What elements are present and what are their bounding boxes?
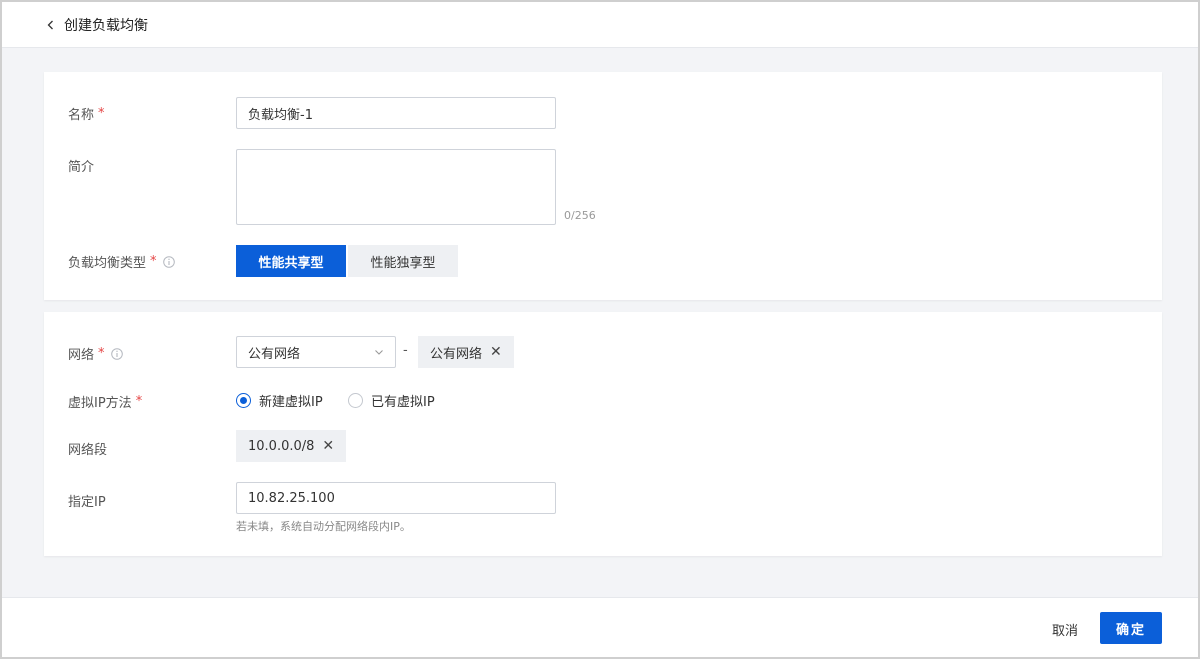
ip-hint: 若未填，系统自动分配网络段内IP。: [236, 520, 411, 533]
required-mark: *: [98, 106, 105, 121]
info-icon[interactable]: [110, 347, 123, 360]
network-tag: 公有网络 ✕: [418, 336, 514, 368]
intro-label: 简介: [68, 160, 95, 175]
type-option-dedicated[interactable]: 性能独享型: [348, 245, 458, 277]
radio-checked-icon: [236, 393, 251, 408]
dialog-frame: 创建负载均衡 名称 * 简介 0/256 负载均衡类型 * 性能共享型 性能独享…: [0, 0, 1200, 659]
chevron-left-icon: [47, 20, 53, 29]
network-card: 网络 * 公有网络 - 公有网络 ✕ 虚拟IP方法 * 新建虚拟IP 已有虚拟I…: [44, 312, 1162, 556]
page-title: 创建负载均衡: [64, 17, 148, 34]
info-icon[interactable]: [162, 255, 175, 268]
back-button[interactable]: 创建负载均衡: [46, 15, 148, 35]
network-select[interactable]: 公有网络: [236, 336, 396, 368]
close-icon[interactable]: ✕: [490, 344, 502, 360]
network-label: 网络 *: [68, 344, 123, 363]
basic-info-card: 名称 * 简介 0/256 负载均衡类型 * 性能共享型 性能独享型: [44, 72, 1162, 300]
ip-input[interactable]: [236, 482, 556, 514]
radio-new-vip[interactable]: 新建虚拟IP: [236, 391, 323, 410]
close-icon[interactable]: ✕: [322, 438, 334, 454]
network-select-value: 公有网络: [248, 346, 301, 362]
name-label: 名称 *: [68, 106, 105, 123]
segment-label: 网络段: [68, 443, 108, 458]
type-option-shared[interactable]: 性能共享型: [236, 245, 346, 277]
required-mark: *: [150, 254, 157, 269]
required-mark: *: [98, 346, 105, 361]
radio-existing-vip[interactable]: 已有虚拟IP: [348, 391, 435, 410]
ip-label: 指定IP: [68, 495, 106, 510]
name-input[interactable]: [236, 97, 556, 129]
vip-method-label: 虚拟IP方法 *: [68, 394, 143, 411]
required-mark: *: [135, 394, 143, 409]
radio-unchecked-icon: [348, 393, 363, 408]
footer-bar: 取消 确定: [2, 597, 1198, 657]
separator-dash: -: [403, 343, 408, 358]
intro-char-counter: 0/256: [564, 209, 596, 222]
chevron-down-icon: [375, 350, 383, 355]
confirm-button[interactable]: 确定: [1100, 612, 1162, 644]
cancel-button[interactable]: 取消: [1052, 620, 1078, 639]
page-header: 创建负载均衡: [2, 2, 1198, 48]
segment-tag: 10.0.0.0/8 ✕: [236, 430, 347, 462]
lb-type-label: 负载均衡类型 *: [68, 252, 175, 271]
intro-textarea[interactable]: [236, 149, 556, 225]
